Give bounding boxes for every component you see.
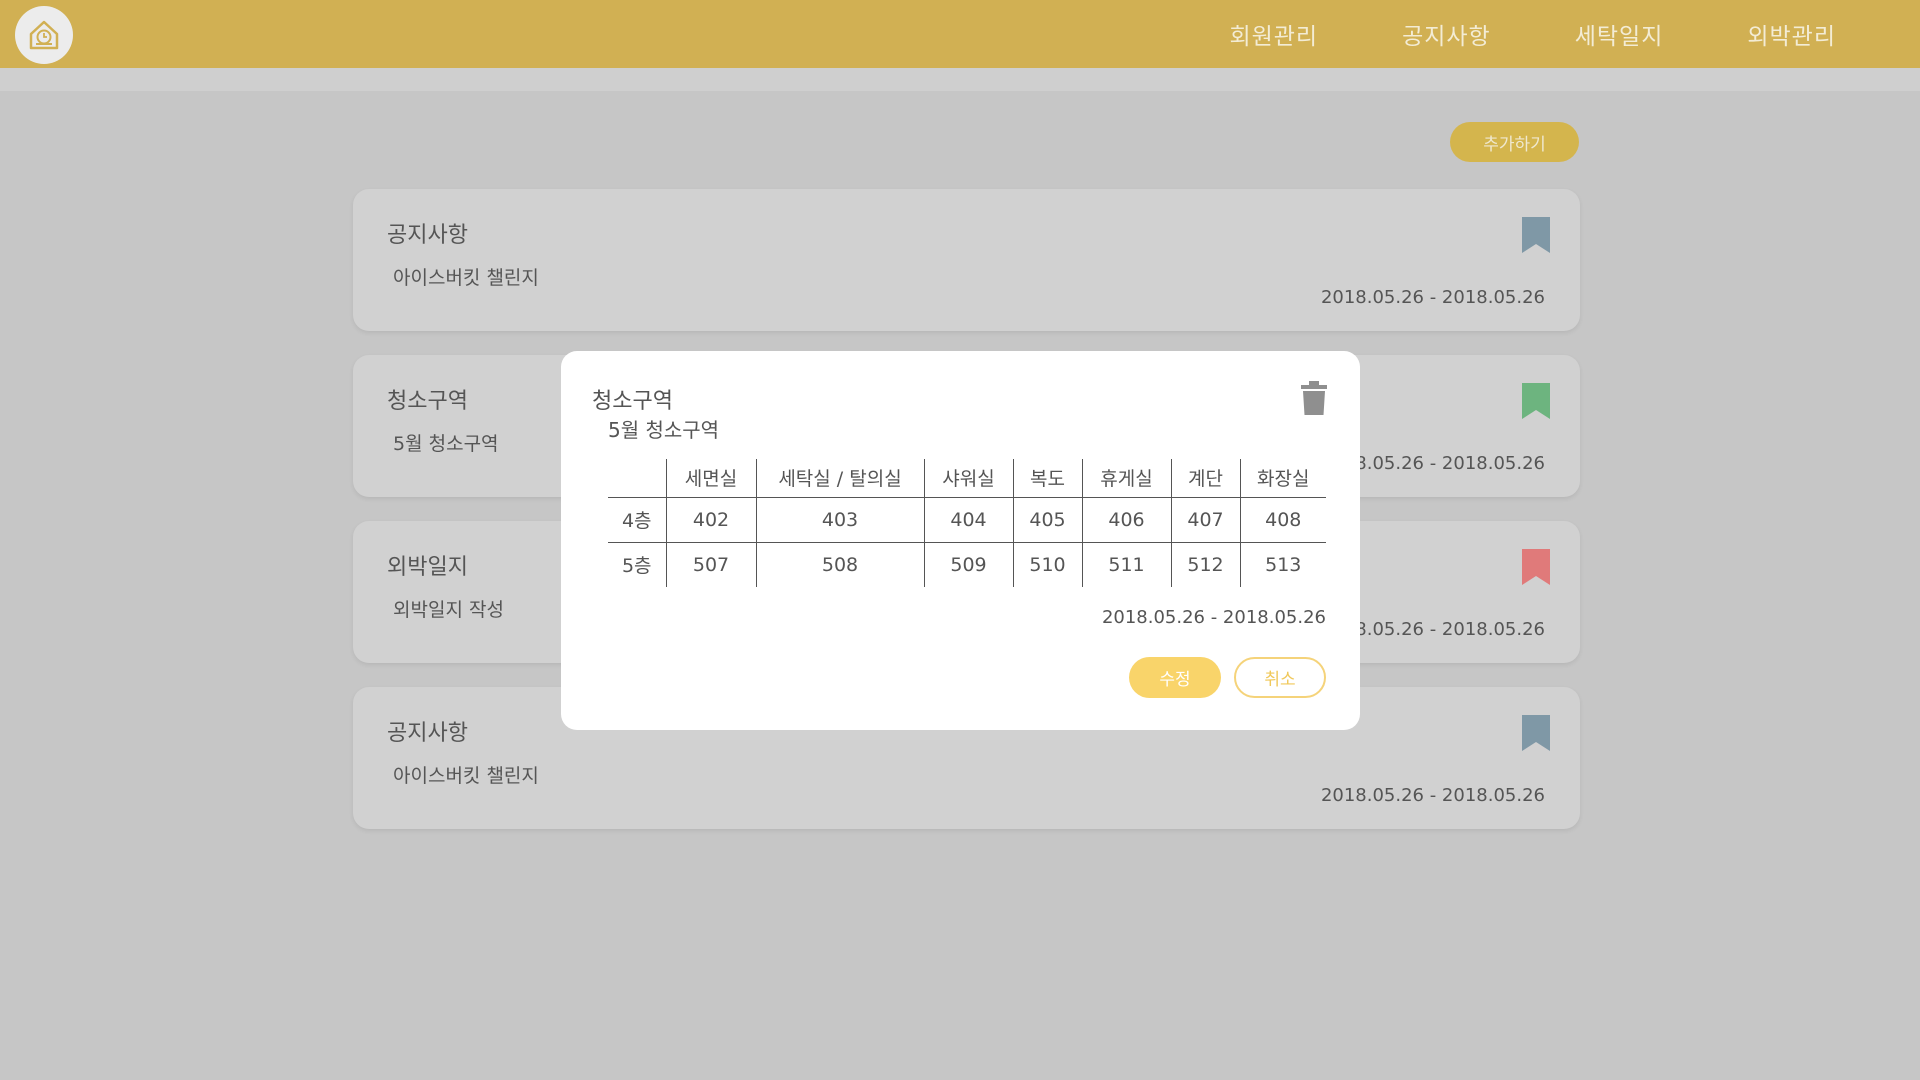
table-header-row: 세면실 세탁실 / 탈의실 샤워실 복도 휴게실 계단 화장실: [608, 459, 1326, 497]
edit-button[interactable]: 수정: [1129, 657, 1221, 698]
table-header: 샤워실: [923, 459, 1013, 497]
table-header: 계단: [1170, 459, 1240, 497]
header-divider: [0, 68, 1920, 91]
table-cell: 507: [665, 542, 756, 587]
card-date: 2018.05.26 - 2018.05.26: [1320, 785, 1545, 806]
card-subtitle: 아이스버킷 챌린지: [393, 267, 539, 289]
table-row: 4층 402 403 404 405 406 407 408: [608, 497, 1326, 542]
card-subtitle: 아이스버킷 챌린지: [393, 765, 539, 787]
table-row: 5층 507 508 509 510 511 512 513: [608, 542, 1326, 587]
table-cell: 407: [1170, 497, 1240, 542]
bookmark-icon[interactable]: [1522, 383, 1550, 419]
cleaning-zone-modal: 청소구역 5월 청소구역 세면실 세탁실 / 탈의실 샤워실 복도 휴게실 계단…: [561, 351, 1360, 730]
table-cell: 4층: [621, 510, 652, 532]
table-cell: 513: [1239, 542, 1326, 587]
table-cell: 508: [755, 542, 924, 587]
card-date: 2018.05.26 - 2018.05.26: [1320, 287, 1545, 308]
table-header: 화장실: [1239, 459, 1326, 497]
table-cell: 405: [1012, 497, 1082, 542]
modal-title: 청소구역: [592, 389, 673, 414]
table-cell: 512: [1170, 542, 1240, 587]
nav-member-management[interactable]: 회원관리: [1229, 17, 1318, 51]
bookmark-icon[interactable]: [1522, 549, 1550, 585]
cancel-button[interactable]: 취소: [1234, 657, 1326, 698]
table-header: 복도: [1012, 459, 1082, 497]
table-cell: 408: [1239, 497, 1326, 542]
table-cell: 403: [755, 497, 924, 542]
table-cell: 404: [923, 497, 1013, 542]
table-cell: 5층: [621, 555, 652, 578]
house-clock-icon: [29, 20, 59, 50]
table-cell: 406: [1081, 497, 1171, 542]
card-subtitle: 5월 청소구역: [393, 433, 499, 455]
top-header: 회원관리 공지사항 세탁일지 외박관리: [0, 0, 1920, 68]
table-cell: 510: [1012, 542, 1082, 587]
modal-subtitle: 5월 청소구역: [608, 418, 720, 442]
notice-card[interactable]: 공지사항 아이스버킷 챌린지 2018.05.26 - 2018.05.26: [353, 189, 1580, 331]
card-title: 공지사항: [387, 223, 468, 248]
card-title: 청소구역: [387, 389, 468, 414]
nav-laundry-log[interactable]: 세탁일지: [1575, 17, 1664, 51]
nav-notices[interactable]: 공지사항: [1402, 17, 1491, 51]
trash-icon[interactable]: [1301, 381, 1327, 415]
card-title: 외박일지: [387, 555, 468, 580]
modal-date: 2018.05.26 - 2018.05.26: [1101, 607, 1326, 628]
home-logo[interactable]: [15, 6, 73, 64]
main-nav: 회원관리 공지사항 세탁일지 외박관리: [1229, 0, 1920, 68]
table-header: 세탁실 / 탈의실: [755, 459, 924, 497]
table-cell: 509: [923, 542, 1013, 587]
nav-overnight-management[interactable]: 외박관리: [1747, 17, 1836, 51]
add-button[interactable]: 추가하기: [1450, 122, 1579, 162]
table-header: 세면실: [665, 459, 756, 497]
bookmark-icon[interactable]: [1522, 217, 1550, 253]
table-cell: 402: [665, 497, 756, 542]
table-header: [608, 459, 666, 497]
cleaning-zone-table: 세면실 세탁실 / 탈의실 샤워실 복도 휴게실 계단 화장실 4층 402 4…: [608, 459, 1326, 587]
card-subtitle: 외박일지 작성: [393, 599, 504, 621]
card-title: 공지사항: [387, 721, 468, 746]
table-cell: 511: [1081, 542, 1171, 587]
table-header: 휴게실: [1081, 459, 1171, 497]
bookmark-icon[interactable]: [1522, 715, 1550, 751]
